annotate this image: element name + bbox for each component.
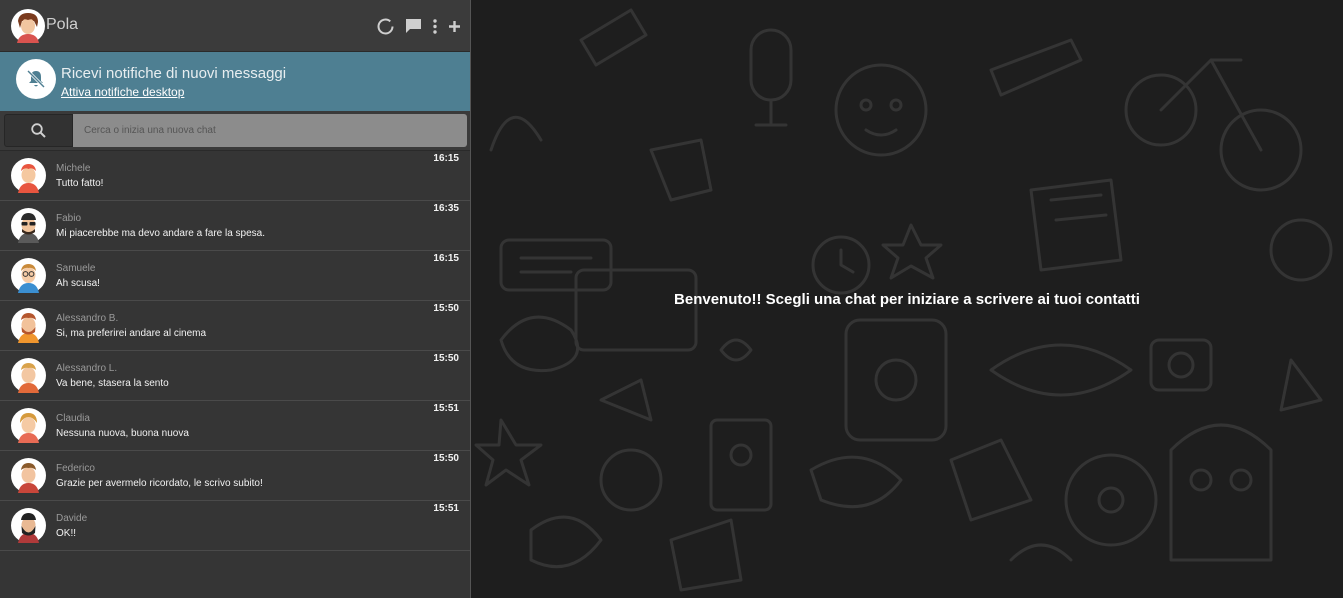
status-icon[interactable] (376, 17, 394, 35)
menu-icon[interactable] (432, 17, 438, 35)
add-icon[interactable] (448, 17, 460, 35)
message-time: 15:51 (433, 503, 459, 514)
contact-avatar (11, 208, 46, 243)
message-time: 16:15 (433, 153, 459, 164)
contact-avatar (11, 458, 46, 493)
search-bar (0, 111, 470, 151)
contact-name: Claudia (56, 413, 90, 424)
notification-title: Ricevi notifiche di nuovi messaggi (61, 65, 287, 82)
chat-item[interactable]: Alessandro L. Va bene, stasera la sento … (0, 351, 470, 401)
message-time: 16:35 (433, 203, 459, 214)
user-avatar[interactable] (11, 9, 45, 43)
last-message: Va bene, stasera la sento (56, 378, 169, 389)
message-time: 15:51 (433, 403, 459, 414)
chat-item[interactable]: Federico Grazie per avermelo ricordato, … (0, 451, 470, 501)
last-message: Nessuna nuova, buona nuova (56, 428, 189, 439)
chat-item[interactable]: Michele Tutto fatto! 16:15 (0, 151, 470, 201)
contact-avatar (11, 508, 46, 543)
notification-banner: Ricevi notifiche di nuovi messaggi Attiv… (0, 52, 470, 111)
enable-notifications-link[interactable]: Attiva notifiche desktop (61, 85, 184, 99)
chat-item[interactable]: Alessandro B. Si, ma preferirei andare a… (0, 301, 470, 351)
last-message: Ah scusa! (56, 278, 100, 289)
user-name: Pola (46, 16, 79, 33)
message-time: 15:50 (433, 353, 459, 364)
header-actions (376, 17, 460, 35)
search-button[interactable] (4, 114, 73, 147)
contact-name: Fabio (56, 213, 82, 224)
message-time: 15:50 (433, 303, 459, 314)
sidebar: Pola Ricevi notifiche di nuovi messaggi … (0, 0, 471, 598)
search-input[interactable] (73, 114, 467, 147)
contact-avatar (11, 158, 46, 193)
contact-name: Alessandro L. (56, 363, 118, 374)
chat-list: Michele Tutto fatto! 16:15 Fabio Mi piac… (0, 151, 470, 551)
welcome-message: Benvenuto!! Scegli una chat per iniziare… (674, 291, 1140, 308)
contact-avatar (11, 308, 46, 343)
last-message: Mi piacerebbe ma devo andare a fare la s… (56, 228, 266, 239)
chat-item[interactable]: Fabio Mi piacerebbe ma devo andare a far… (0, 201, 470, 251)
chat-item[interactable]: Samuele Ah scusa! 16:15 (0, 251, 470, 301)
contact-name: Samuele (56, 263, 96, 274)
contact-name: Federico (56, 463, 95, 474)
chat-icon[interactable] (404, 17, 422, 35)
last-message: Grazie per avermelo ricordato, le scrivo… (56, 478, 263, 489)
search-icon (31, 123, 46, 138)
message-time: 16:15 (433, 253, 459, 264)
contact-name: Davide (56, 513, 88, 524)
contact-name: Alessandro B. (56, 313, 119, 324)
last-message: Si, ma preferirei andare al cinema (56, 328, 207, 339)
contact-name: Michele (56, 163, 91, 174)
contact-avatar (11, 358, 46, 393)
message-time: 15:50 (433, 453, 459, 464)
contact-avatar (11, 408, 46, 443)
contact-avatar (11, 258, 46, 293)
bell-off-icon (16, 59, 56, 99)
chat-item[interactable]: Davide OK!! 15:51 (0, 501, 470, 551)
main-panel: Benvenuto!! Scegli una chat per iniziare… (471, 0, 1343, 598)
sidebar-header: Pola (0, 0, 470, 52)
last-message: Tutto fatto! (56, 178, 104, 189)
last-message: OK!! (56, 528, 77, 539)
chat-item[interactable]: Claudia Nessuna nuova, buona nuova 15:51 (0, 401, 470, 451)
